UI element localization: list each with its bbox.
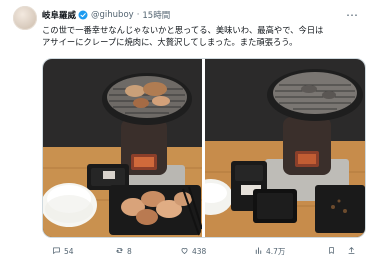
separator-dot: · [136, 10, 140, 20]
bookmark-icon [327, 246, 336, 257]
post-text-line-1: この世で一番幸せなんじゃないかと思ってる、美味いわ、最高やで、今日は [42, 25, 324, 35]
repost-count: 8 [127, 247, 132, 256]
avatar[interactable] [13, 6, 37, 30]
reply-button[interactable]: 54 [52, 246, 74, 257]
author-handle[interactable]: @gihuboy [91, 10, 134, 20]
media-grid [42, 58, 366, 238]
views-chart-icon [254, 246, 263, 257]
like-count: 438 [192, 247, 207, 256]
post-text: この世で一番幸せなんじゃないかと思ってる、美味いわ、最高やで、今日は アサイーに… [42, 24, 362, 48]
share-icon [347, 246, 356, 257]
bookmark-button[interactable] [327, 246, 336, 257]
post-text-line-2: アサイーにクレープに焼肉に、大贅沢してしまった。また頑張ろう。 [42, 37, 298, 48]
share-button[interactable] [347, 246, 356, 257]
author-name[interactable]: 岐阜羅威 [42, 9, 76, 21]
views-count: 4.7万 [266, 247, 286, 256]
photo-left[interactable] [43, 59, 202, 237]
repost-button[interactable]: 8 [115, 246, 132, 257]
heart-icon [180, 246, 189, 257]
yakiniku-photo-right [205, 59, 365, 237]
verified-badge-icon [78, 10, 88, 20]
views-button[interactable]: 4.7万 [254, 246, 285, 257]
post-timestamp[interactable]: 15時間 [142, 9, 170, 21]
more-options-icon[interactable]: … [346, 5, 359, 19]
like-button[interactable]: 438 [180, 246, 206, 257]
yakiniku-photo-left [43, 59, 202, 237]
action-bar: 54 8 438 4.7万 [42, 246, 364, 258]
photo-right[interactable] [205, 59, 365, 237]
reply-icon [52, 246, 61, 257]
repost-icon [115, 246, 124, 257]
reply-count: 54 [64, 247, 74, 256]
post-header: 岐阜羅威 @gihuboy · 15時間 [42, 8, 170, 22]
